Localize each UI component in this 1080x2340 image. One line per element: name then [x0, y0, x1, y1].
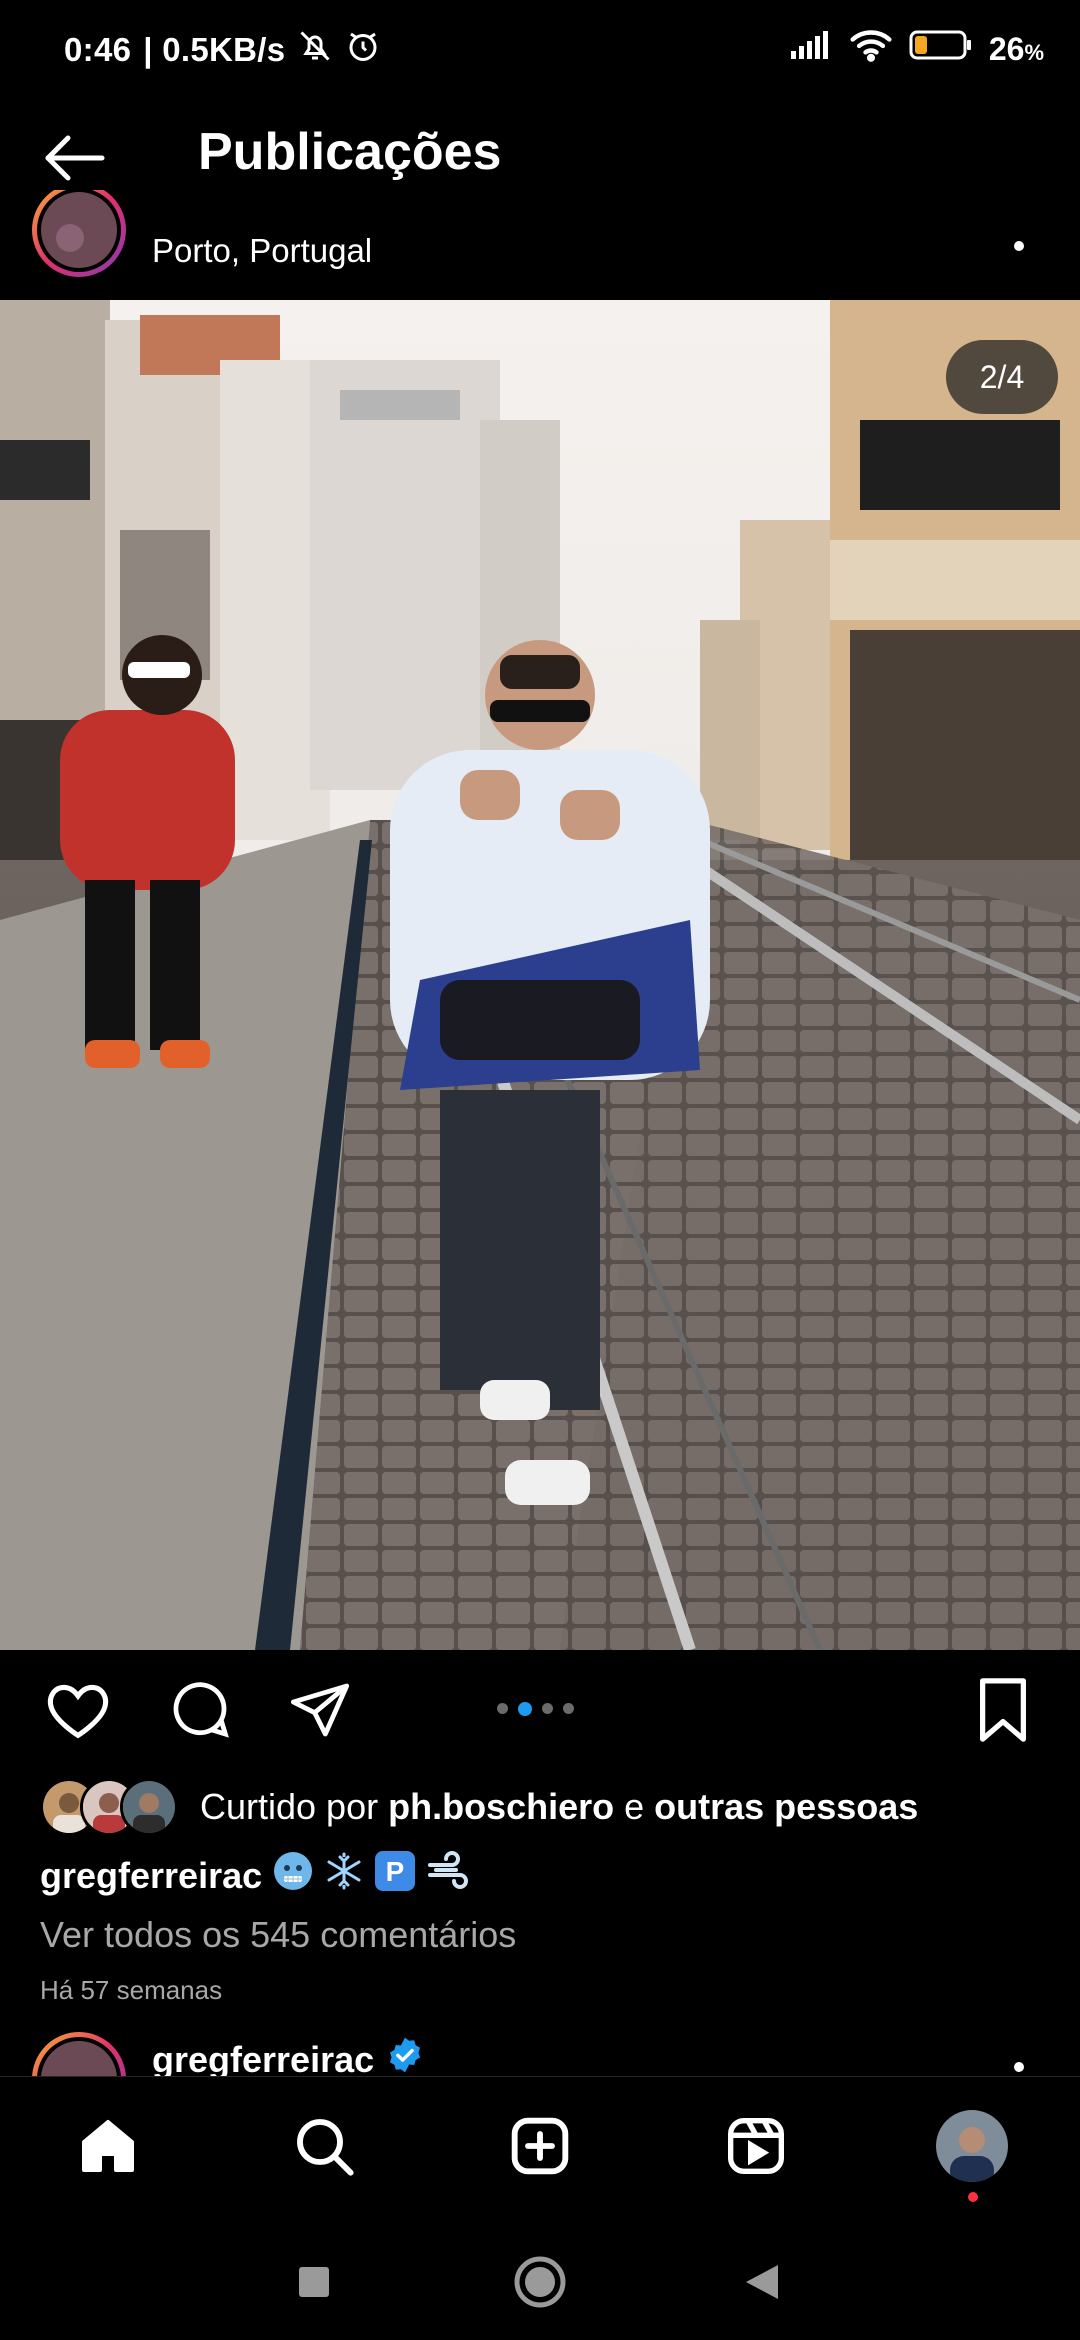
nav-profile[interactable] [932, 2106, 1012, 2186]
caption: gregferreirac P [40, 1850, 470, 1901]
paper-plane-icon [290, 1683, 350, 1737]
status-right: 26% [789, 28, 1044, 70]
back-system-button[interactable] [732, 2252, 792, 2312]
circle-icon [514, 2256, 566, 2308]
profile-avatar [936, 2110, 1008, 2182]
liked-by-user[interactable]: ph.boschiero [388, 1786, 614, 1827]
status-left: 0:46 | 0.5KB/s [64, 28, 381, 72]
signal-icon [789, 29, 833, 69]
save-button[interactable] [963, 1670, 1043, 1750]
post-location[interactable]: Porto, Portugal [152, 232, 372, 270]
comment-bubble-icon [173, 1682, 229, 1738]
nav-reels[interactable] [716, 2106, 796, 2186]
cold-face-emoji [272, 1850, 314, 1901]
bookmark-icon [980, 1678, 1026, 1742]
view-comments-link[interactable]: Ver todos os 545 comentários [40, 1914, 516, 1956]
carousel-dot [518, 1702, 532, 1716]
p-button-emoji: P [374, 1850, 416, 1901]
post-age: Há 57 semanas [40, 1975, 223, 2005]
carousel-dot [542, 1703, 553, 1714]
caption-username[interactable]: gregferreirac [40, 1855, 262, 1897]
battery-percent: 26% [988, 30, 1044, 67]
profile-notification-dot [968, 2192, 978, 2202]
post-author-avatar[interactable] [30, 190, 128, 280]
page-title: Publicações [198, 123, 502, 181]
share-button[interactable] [280, 1670, 360, 1750]
svg-text:P: P [386, 1856, 405, 1887]
reels-icon [728, 2118, 784, 2174]
nav-create[interactable] [500, 2106, 580, 2186]
muted-bell-icon [297, 28, 333, 72]
carousel-dot [497, 1703, 508, 1714]
wifi-icon [849, 28, 893, 70]
post-options-icon[interactable] [1014, 241, 1024, 251]
liked-by-text: Curtido por ph.boschiero e outras pessoa… [200, 1786, 919, 1827]
liked-by-row[interactable]: Curtido por ph.boschiero e outras pessoa… [40, 1778, 918, 1836]
add-post-icon [511, 2117, 569, 2175]
battery-icon [909, 29, 973, 69]
arrow-left-icon [45, 135, 105, 181]
heart-icon [47, 1684, 109, 1739]
home-button[interactable] [508, 2250, 572, 2314]
square-icon [299, 2267, 329, 2297]
liker-avatar [120, 1778, 178, 1836]
snowflake-emoji [324, 1851, 364, 1900]
post-photo[interactable] [0, 300, 1080, 1650]
like-button[interactable] [38, 1670, 118, 1750]
search-icon [297, 2119, 354, 2176]
status-time: 0:46 [64, 31, 132, 68]
triangle-back-icon [746, 2265, 778, 2299]
nav-search[interactable] [284, 2106, 364, 2186]
home-icon [82, 2120, 134, 2172]
comment-button[interactable] [160, 1670, 240, 1750]
status-net-speed: | 0.5KB/s [143, 31, 286, 68]
nav-home[interactable] [68, 2106, 148, 2186]
liked-by-others[interactable]: outras pessoas [654, 1786, 918, 1827]
next-post-username[interactable]: gregferreirac [152, 2039, 374, 2081]
next-post-avatar[interactable] [30, 2030, 128, 2076]
dash-emoji [426, 1851, 470, 1900]
back-button[interactable] [40, 128, 120, 188]
alarm-icon [345, 28, 381, 72]
carousel-indicator [497, 1702, 574, 1716]
carousel-counter: 2/4 [946, 340, 1058, 414]
recents-button[interactable] [284, 2252, 344, 2312]
next-post-options-icon[interactable] [1014, 2062, 1024, 2072]
carousel-dot [563, 1703, 574, 1714]
